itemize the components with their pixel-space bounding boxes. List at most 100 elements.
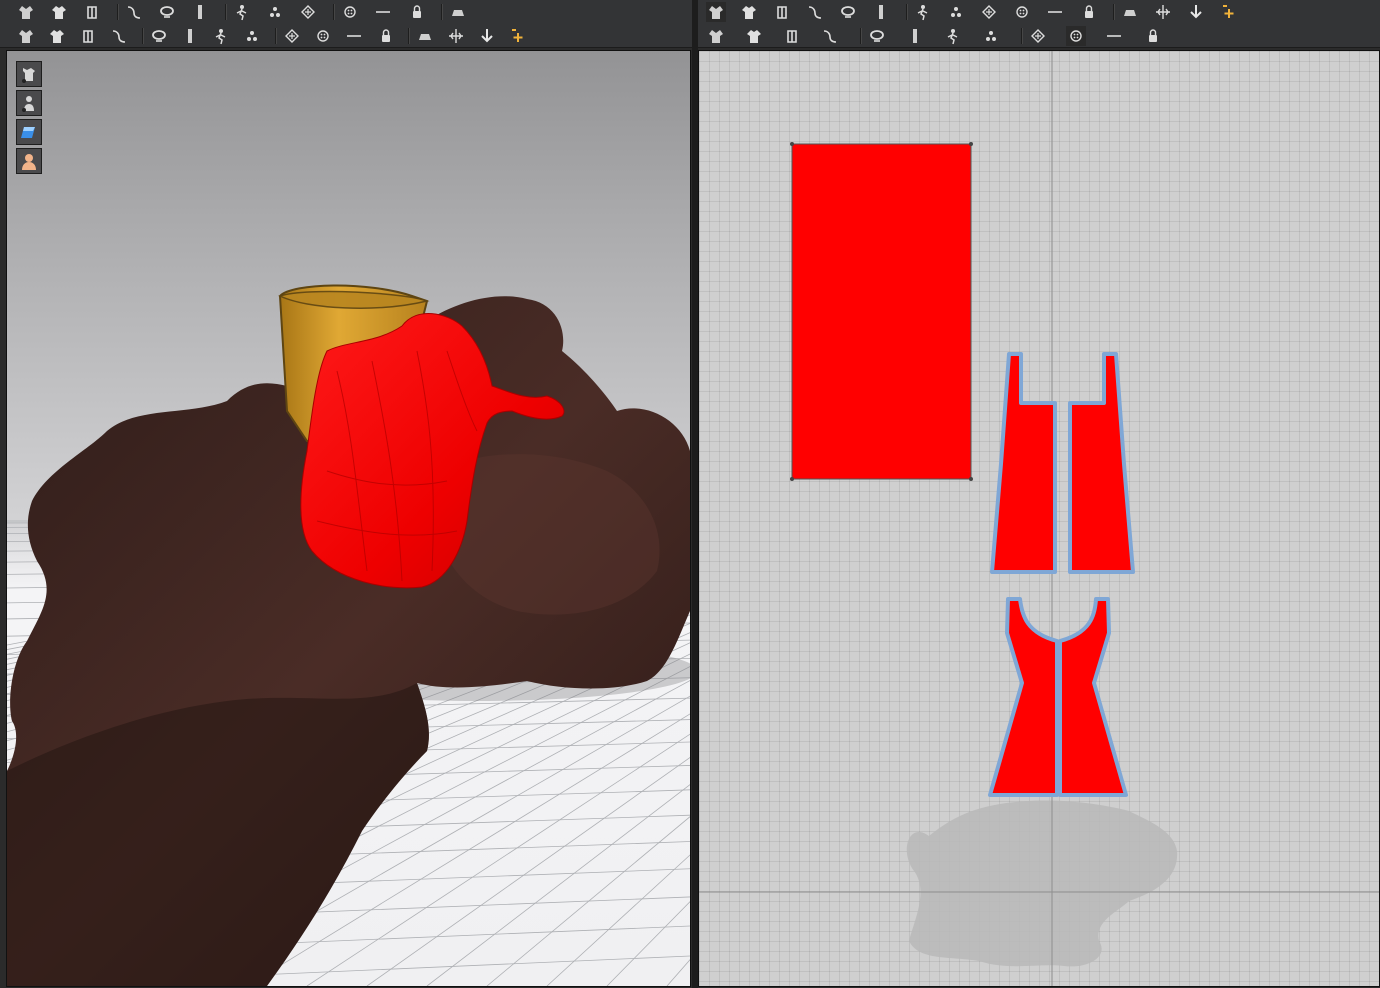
segment-sew-button[interactable]: [706, 26, 726, 46]
fabric-surface-icon: [382, 29, 390, 42]
loop-button[interactable]: [406, 2, 426, 22]
shirt-front-icon: [301, 5, 315, 19]
download-arrow-button[interactable]: [16, 2, 36, 22]
shirt-back-button[interactable]: [340, 2, 360, 22]
edit-sewing-button[interactable]: [820, 26, 840, 46]
scene-3d[interactable]: [7, 51, 690, 986]
texture-transform-button[interactable]: [1142, 26, 1162, 46]
shirt-pattern-button[interactable]: [905, 26, 925, 46]
ruler-button[interactable]: [448, 2, 468, 22]
pattern-piece-front-left[interactable]: [990, 352, 1057, 574]
show-avatar-toggle[interactable]: [16, 90, 42, 116]
edit-curvature-icon: [808, 6, 822, 19]
toolbar-separator: [142, 28, 144, 44]
shirt-front-button[interactable]: [298, 2, 318, 22]
toolbar-separator: [860, 28, 862, 44]
loop-icon: [413, 5, 421, 18]
seam-line-icon: [376, 11, 390, 13]
fabric-surface-button[interactable]: [375, 26, 395, 46]
arrangement-2d-button[interactable]: [943, 26, 963, 46]
fold-arrange-button[interactable]: [1219, 2, 1239, 22]
internal-rectangle-button[interactable]: [1045, 2, 1065, 22]
avatar-skin-icon: [22, 154, 36, 170]
toolbar-separator: [1021, 28, 1023, 44]
fold-arrange-icon: [1223, 5, 1234, 18]
shirt-fit-button[interactable]: [477, 26, 497, 46]
toolbar-separator: [1113, 4, 1115, 20]
trace-button[interactable]: [1153, 2, 1173, 22]
point-grid-button[interactable]: [149, 26, 169, 46]
dart-button[interactable]: [1120, 2, 1140, 22]
fold-button[interactable]: [157, 2, 177, 22]
iron-button[interactable]: [867, 26, 887, 46]
viewport-2d[interactable]: [698, 50, 1380, 987]
measure-cross-button[interactable]: [415, 26, 435, 46]
garment-tack-button[interactable]: [265, 2, 285, 22]
edit-points-button[interactable]: [739, 2, 759, 22]
pattern-piece-back-right[interactable]: [1058, 597, 1128, 797]
curve-point-button[interactable]: [772, 2, 792, 22]
lock-button[interactable]: [313, 26, 333, 46]
internal-circle-button[interactable]: [1078, 2, 1098, 22]
diamond-grid-2d-button[interactable]: [1028, 26, 1048, 46]
rectangle-button[interactable]: [946, 2, 966, 22]
arrangement-icon: [112, 30, 126, 43]
scene-screenshot-icon: [512, 29, 523, 42]
flat-iron-button[interactable]: [344, 26, 364, 46]
shirt-sim-icon: [449, 29, 463, 43]
multi-sew-button[interactable]: [782, 26, 802, 46]
pattern-piece-back-left[interactable]: [988, 597, 1059, 797]
edit-pattern-icon: [709, 6, 723, 19]
pin-tool-button[interactable]: [47, 26, 67, 46]
button-add-button[interactable]: [211, 26, 231, 46]
show-garment-toggle[interactable]: [16, 61, 42, 87]
arrangement-2d-icon: [947, 29, 958, 45]
button-button[interactable]: [242, 26, 262, 46]
internal-polygon-button[interactable]: [1012, 2, 1032, 22]
zipper-line-button[interactable]: [282, 26, 302, 46]
edit-points-icon: [742, 6, 756, 19]
avatar-silhouette: [906, 800, 1178, 967]
pin-line-button[interactable]: [190, 2, 210, 22]
diamond-grid-2d-icon: [1031, 29, 1045, 43]
avatar-skin-toggle[interactable]: [16, 148, 42, 174]
seam-line-button[interactable]: [373, 2, 393, 22]
toolbar-2d: [698, 0, 1380, 48]
move-plus-icon: [52, 6, 66, 19]
add-point-button[interactable]: [838, 2, 858, 22]
scene-screenshot-button[interactable]: [508, 26, 528, 46]
internal-polygon-icon: [1016, 6, 1028, 18]
free-sew-button[interactable]: [744, 26, 764, 46]
pattern-board[interactable]: [699, 51, 1379, 986]
texture-view-toggle[interactable]: [16, 119, 42, 145]
toolbar-3d-row-2: [0, 24, 692, 48]
steam-button[interactable]: [78, 26, 98, 46]
fold-icon: [160, 6, 174, 18]
polygon-button[interactable]: [913, 2, 933, 22]
transform-box-button[interactable]: [124, 2, 144, 22]
point-grid-2d-button[interactable]: [981, 26, 1001, 46]
point-grid-2d-icon: [986, 31, 996, 41]
pin-scatter-button[interactable]: [232, 2, 252, 22]
pattern-piece-rectangle[interactable]: [790, 142, 973, 481]
arrangement-button[interactable]: [109, 26, 129, 46]
viewport-3d[interactable]: [6, 50, 691, 987]
garment-tack-icon: [270, 7, 280, 17]
avatar-walk-button[interactable]: [16, 26, 36, 46]
shirt-sim-button[interactable]: [446, 26, 466, 46]
texture-edit-button[interactable]: [1104, 26, 1124, 46]
pattern-piece-front-right[interactable]: [1068, 352, 1135, 574]
point-grid-icon: [152, 30, 166, 42]
move-plus-button[interactable]: [49, 2, 69, 22]
segment-edit-button[interactable]: [871, 2, 891, 22]
diamond-grid-button[interactable]: [180, 26, 200, 46]
edit-curvature-button[interactable]: [805, 2, 825, 22]
segment-sew-icon: [709, 30, 723, 43]
pin-dot-button[interactable]: [1066, 26, 1086, 46]
select-box-button[interactable]: [82, 2, 102, 22]
pleat-button[interactable]: [1186, 2, 1206, 22]
pin-scatter-icon: [236, 5, 247, 21]
edit-pattern-button[interactable]: [706, 2, 726, 22]
circle-button[interactable]: [979, 2, 999, 22]
texture-view-icon: [21, 127, 35, 138]
